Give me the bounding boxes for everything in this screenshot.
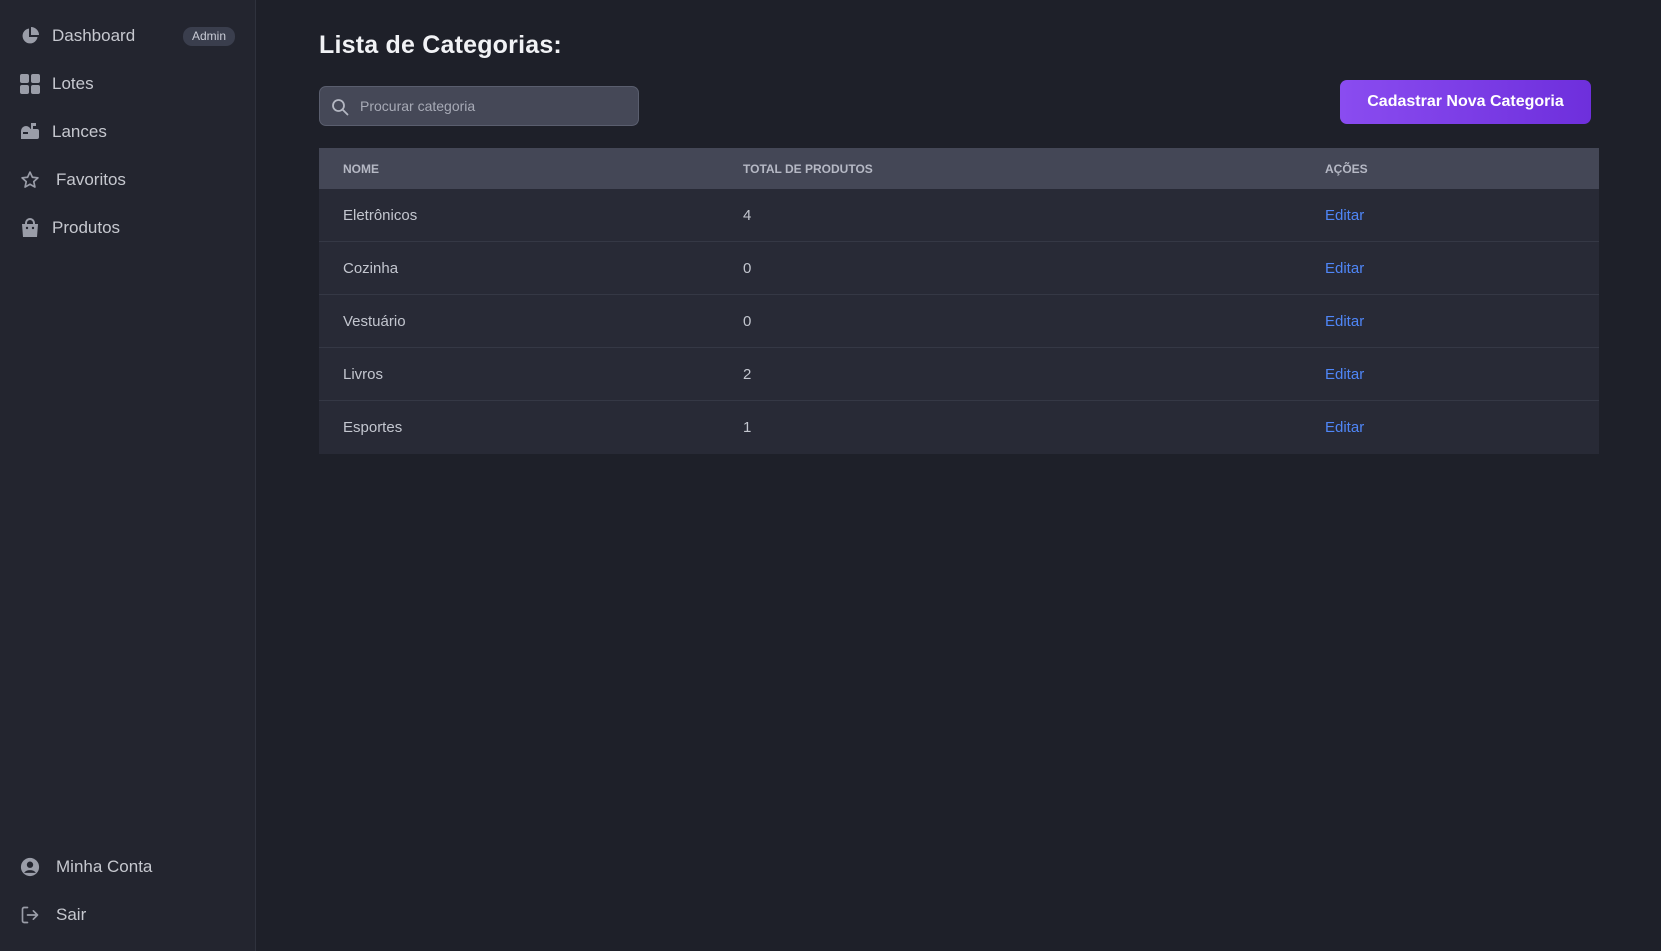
sidebar: Dashboard Admin Lotes Lances Favoritos P… — [0, 0, 256, 951]
sidebar-item-produtos[interactable]: Produtos — [0, 208, 255, 248]
edit-link[interactable]: Editar — [1325, 313, 1364, 330]
search-icon — [331, 98, 349, 116]
category-total: 2 — [743, 365, 752, 383]
sidebar-item-label: Lotes — [52, 74, 94, 93]
edit-link[interactable]: Editar — [1325, 207, 1364, 224]
sidebar-item-favoritos[interactable]: Favoritos — [0, 160, 255, 200]
category-total: 4 — [743, 206, 752, 224]
column-header-total: TOTAL DE PRODUTOS — [743, 161, 873, 176]
table-header: NOME TOTAL DE PRODUTOS AÇÕES — [319, 148, 1599, 189]
edit-link[interactable]: Editar — [1325, 260, 1364, 277]
category-name: Cozinha — [343, 259, 399, 277]
category-total: 0 — [743, 259, 752, 277]
chart-pie-icon — [20, 26, 40, 46]
main-content: Lista de Categorias: Cadastrar Nova Cate… — [256, 0, 1661, 951]
search-box — [319, 86, 639, 126]
sidebar-item-label: Produtos — [52, 218, 121, 237]
category-name: Livros — [343, 365, 384, 383]
categories-table: NOME TOTAL DE PRODUTOS AÇÕES Eletrônicos… — [319, 148, 1599, 454]
column-header-name: NOME — [343, 161, 379, 176]
sidebar-item-label: Sair — [56, 905, 87, 924]
edit-link[interactable]: Editar — [1325, 366, 1364, 383]
table-row: Vestuário 0 Editar — [319, 295, 1599, 348]
shopping-bag-icon — [20, 218, 40, 238]
add-category-button[interactable]: Cadastrar Nova Categoria — [1340, 80, 1591, 124]
admin-badge: Admin — [182, 27, 235, 46]
table-row: Esportes 1 Editar — [319, 401, 1599, 454]
grid-icon — [20, 74, 40, 94]
category-name: Esportes — [343, 419, 403, 436]
search-input[interactable] — [358, 87, 633, 125]
column-header-actions: AÇÕES — [1325, 161, 1368, 176]
sidebar-item-label: Minha Conta — [56, 857, 153, 876]
table-row: Cozinha 0 Editar — [319, 242, 1599, 295]
mailbox-icon — [20, 122, 40, 142]
sidebar-item-minha-conta[interactable]: Minha Conta — [0, 847, 255, 887]
category-total: 1 — [743, 419, 752, 436]
table-row: Livros 2 Editar — [319, 348, 1599, 401]
sidebar-item-label: Dashboard — [52, 26, 136, 45]
sidebar-item-label: Favoritos — [56, 170, 126, 189]
table-row: Eletrônicos 4 Editar — [319, 189, 1599, 242]
page-title: Lista de Categorias: — [319, 31, 562, 59]
user-circle-icon — [20, 857, 40, 877]
sidebar-item-label: Lances — [52, 122, 107, 141]
sidebar-item-lotes[interactable]: Lotes — [0, 64, 255, 104]
category-name: Vestuário — [343, 312, 406, 330]
star-icon — [20, 170, 40, 190]
category-name: Eletrônicos — [343, 206, 418, 224]
sidebar-item-lances[interactable]: Lances — [0, 112, 255, 152]
edit-link[interactable]: Editar — [1325, 419, 1364, 436]
sidebar-item-dashboard[interactable]: Dashboard Admin — [0, 16, 255, 56]
sidebar-item-sair[interactable]: Sair — [0, 895, 255, 935]
logout-icon — [20, 905, 40, 925]
category-total: 0 — [743, 312, 752, 330]
